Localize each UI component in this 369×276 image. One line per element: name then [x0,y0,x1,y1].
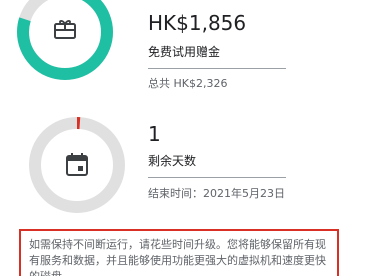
calendar-icon [66,153,88,176]
days-divider [148,177,286,178]
credit-progress-ring [12,0,118,85]
days-progress-ring [24,112,130,218]
free-trial-panel: HK$1,856 免费试用赠金 总共 HK$2,326 1 剩余天数 结束时间：… [0,0,369,276]
upgrade-notice-text: 如需保持不间断运行，请花些时间升级。您将能够保留所有现有服务和数据，并且能够使用… [29,238,326,276]
credit-amount: HK$1,856 [148,11,247,35]
gift-card-icon [54,20,76,39]
trial-end-date: 结束时间：2021年5月23日 [148,187,285,200]
days-remaining-label: 剩余天数 [148,154,197,168]
credit-divider [148,68,286,69]
credit-total: 总共 HK$2,326 [148,77,228,90]
days-ring-track [29,117,125,213]
days-remaining-number: 1 [148,122,161,146]
credit-label: 免费试用赠金 [148,45,221,59]
upgrade-notice: 如需保持不间断运行，请花些时间升级。您将能够保留所有现有服务和数据，并且能够使用… [19,229,339,276]
